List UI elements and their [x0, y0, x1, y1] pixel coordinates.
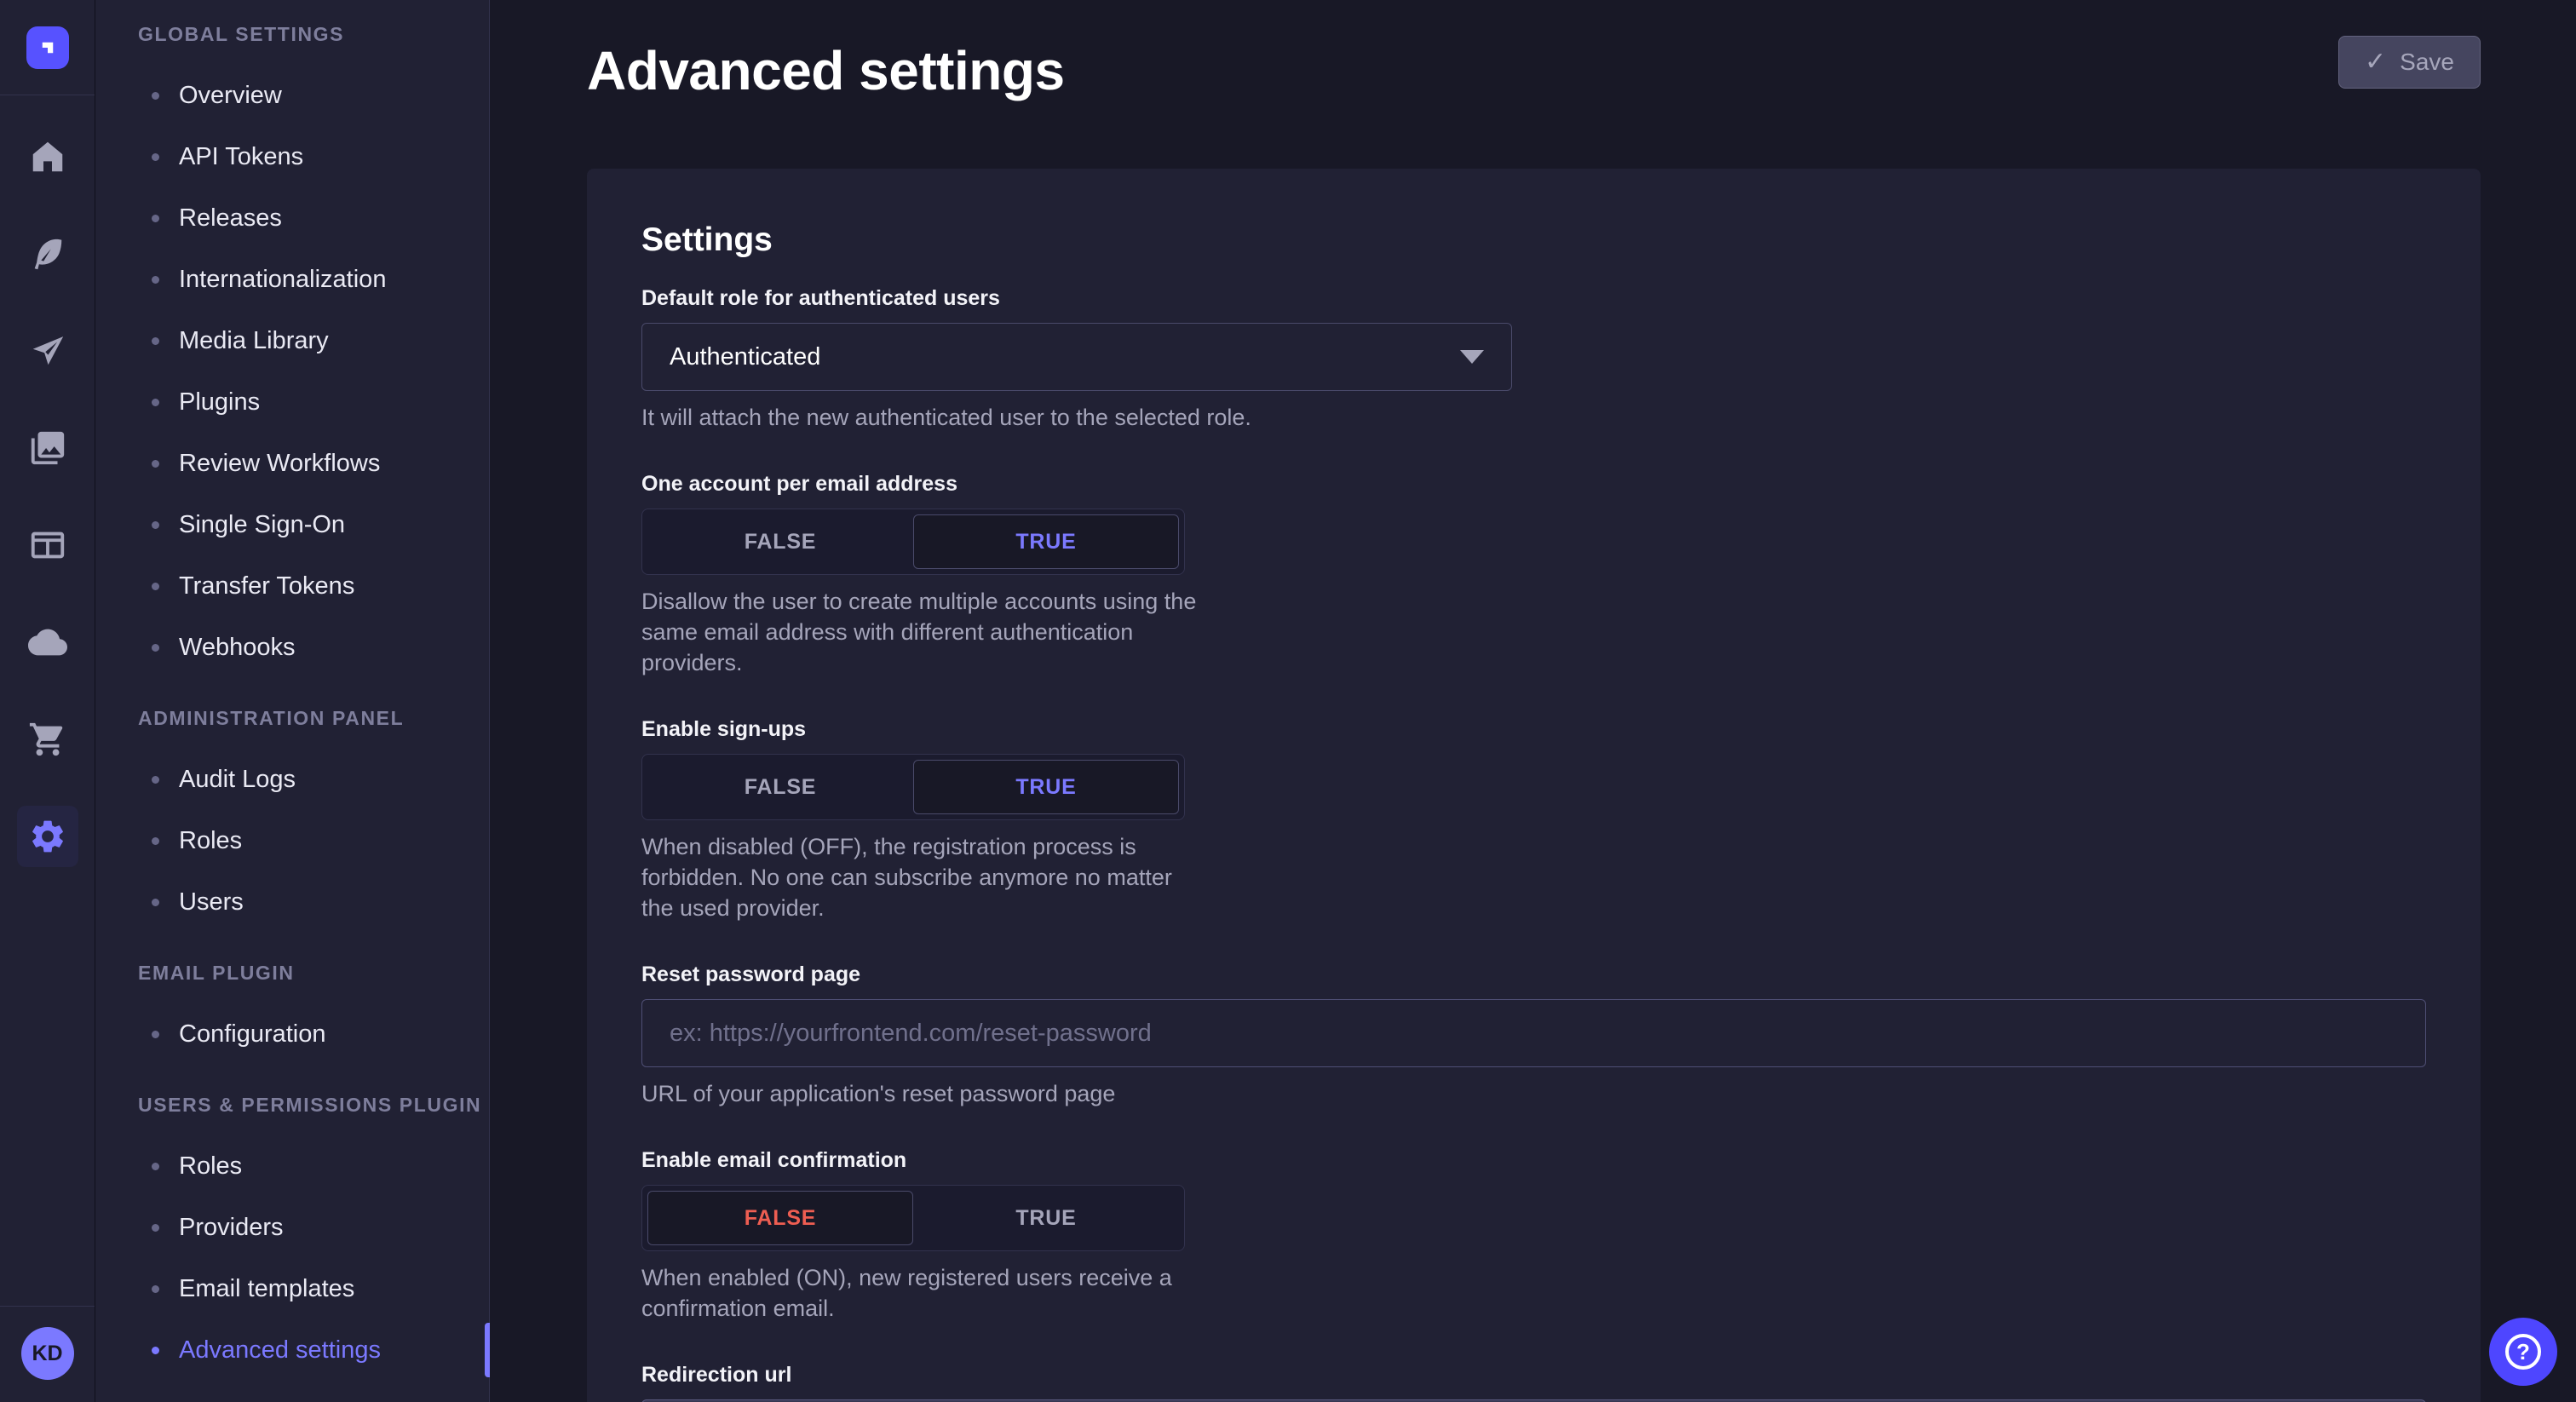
- sidebar-item-single-sign-on[interactable]: Single Sign-On: [95, 494, 489, 555]
- bullet-icon: [152, 899, 159, 906]
- toggle-option-true[interactable]: TRUE: [913, 514, 1179, 569]
- field-label: Enable sign-ups: [641, 717, 2426, 742]
- sidebar-item-admin-users[interactable]: Users: [95, 871, 489, 933]
- field-label: Reset password page: [641, 962, 2426, 987]
- sidebar-item-releases[interactable]: Releases: [95, 187, 489, 249]
- chevron-down-icon: [1460, 350, 1484, 364]
- save-button[interactable]: ✓ Save: [2338, 36, 2481, 89]
- field-hint: When enabled (ON), new registered users …: [641, 1262, 1204, 1324]
- bullet-icon: [152, 837, 159, 845]
- field-reset-password-page: Reset password page URL of your applicat…: [641, 962, 2426, 1109]
- field-label: Redirection url: [641, 1363, 2426, 1388]
- field-enable-sign-ups: Enable sign-ups FALSE TRUE When disabled…: [641, 717, 2426, 923]
- sidebar-item-plugins[interactable]: Plugins: [95, 371, 489, 433]
- layout-icon[interactable]: [17, 514, 78, 576]
- field-label: Enable email confirmation: [641, 1148, 2426, 1173]
- bullet-icon: [152, 1347, 159, 1354]
- settings-gear-icon[interactable]: [17, 806, 78, 867]
- one-account-toggle: FALSE TRUE: [641, 509, 1185, 575]
- bullet-icon: [152, 644, 159, 652]
- bullet-icon: [152, 399, 159, 406]
- check-icon: ✓: [2365, 49, 2386, 75]
- question-mark-icon: ?: [2505, 1334, 2541, 1370]
- sidebar-section-global-settings: GLOBAL SETTINGS: [95, 3, 489, 65]
- settings-sidebar: GLOBAL SETTINGS Overview API Tokens Rele…: [95, 0, 490, 1402]
- field-hint: URL of your application's reset password…: [641, 1078, 2426, 1109]
- field-hint: When disabled (OFF), the registration pr…: [641, 831, 1204, 923]
- rail-nav: [17, 95, 78, 867]
- bullet-icon: [152, 1163, 159, 1170]
- bullet-icon: [152, 521, 159, 529]
- toggle-option-false[interactable]: FALSE: [647, 1191, 913, 1245]
- panel-heading: Settings: [641, 221, 2426, 259]
- settings-panel: Settings Default role for authenticated …: [587, 169, 2481, 1402]
- sign-ups-toggle: FALSE TRUE: [641, 754, 1185, 820]
- bullet-icon: [152, 583, 159, 590]
- sidebar-item-media-library[interactable]: Media Library: [95, 310, 489, 371]
- save-button-label: Save: [2400, 49, 2454, 76]
- field-enable-email-confirmation: Enable email confirmation FALSE TRUE Whe…: [641, 1148, 2426, 1324]
- bullet-icon: [152, 460, 159, 468]
- field-label: Default role for authenticated users: [641, 286, 2426, 311]
- field-hint: Disallow the user to create multiple acc…: [641, 586, 1204, 678]
- sidebar-item-email-templates[interactable]: Email templates: [95, 1258, 489, 1319]
- toggle-option-true[interactable]: TRUE: [913, 760, 1179, 814]
- field-default-role: Default role for authenticated users Aut…: [641, 286, 2426, 433]
- field-label: One account per email address: [641, 472, 2426, 497]
- sidebar-item-review-workflows[interactable]: Review Workflows: [95, 433, 489, 494]
- page-header: Advanced settings ✓ Save: [587, 36, 2481, 102]
- bullet-icon: [152, 1285, 159, 1293]
- icon-rail: KD: [0, 0, 95, 1402]
- rail-bottom: KD: [0, 1306, 95, 1402]
- bullet-icon: [152, 92, 159, 100]
- field-one-account-per-email: One account per email address FALSE TRUE…: [641, 472, 2426, 678]
- logo-block: [0, 0, 95, 95]
- strapi-logo[interactable]: [26, 26, 69, 69]
- sidebar-item-internationalization[interactable]: Internationalization: [95, 249, 489, 310]
- bullet-icon: [152, 1224, 159, 1232]
- cart-icon[interactable]: [17, 709, 78, 770]
- bullet-icon: [152, 276, 159, 284]
- sidebar-item-providers[interactable]: Providers: [95, 1197, 489, 1258]
- strapi-logo-glyph: [35, 35, 60, 60]
- sidebar-item-up-roles[interactable]: Roles: [95, 1135, 489, 1197]
- field-redirection-url: Redirection url: [641, 1363, 2426, 1402]
- bullet-icon: [152, 215, 159, 222]
- sidebar-section-email-plugin: EMAIL PLUGIN: [95, 942, 489, 1003]
- select-value: Authenticated: [670, 343, 820, 371]
- cloud-icon[interactable]: [17, 612, 78, 673]
- sidebar-section-users-permissions-plugin: USERS & PERMISSIONS PLUGIN: [95, 1074, 489, 1135]
- sidebar-item-admin-roles[interactable]: Roles: [95, 810, 489, 871]
- feather-icon[interactable]: [17, 223, 78, 284]
- home-icon[interactable]: [17, 126, 78, 187]
- avatar[interactable]: KD: [21, 1327, 74, 1380]
- sidebar-item-overview[interactable]: Overview: [95, 65, 489, 126]
- toggle-option-false[interactable]: FALSE: [647, 760, 913, 814]
- media-library-icon[interactable]: [17, 417, 78, 479]
- sidebar-item-api-tokens[interactable]: API Tokens: [95, 126, 489, 187]
- default-role-select[interactable]: Authenticated: [641, 323, 1512, 391]
- help-button[interactable]: ?: [2489, 1318, 2557, 1386]
- reset-password-input[interactable]: [641, 999, 2426, 1067]
- bullet-icon: [152, 153, 159, 161]
- email-confirmation-toggle: FALSE TRUE: [641, 1185, 1185, 1251]
- main-content: Advanced settings ✓ Save Settings Defaul…: [490, 0, 2576, 1402]
- bullet-icon: [152, 337, 159, 345]
- sidebar-item-webhooks[interactable]: Webhooks: [95, 617, 489, 678]
- field-hint: It will attach the new authenticated use…: [641, 402, 2426, 433]
- page-title: Advanced settings: [587, 36, 1065, 102]
- toggle-option-false[interactable]: FALSE: [647, 514, 913, 569]
- toggle-option-true[interactable]: TRUE: [913, 1191, 1179, 1245]
- sidebar-item-email-configuration[interactable]: Configuration: [95, 1003, 489, 1065]
- paper-plane-icon[interactable]: [17, 320, 78, 382]
- sidebar-item-audit-logs[interactable]: Audit Logs: [95, 749, 489, 810]
- sidebar-item-advanced-settings[interactable]: Advanced settings: [95, 1319, 489, 1381]
- bullet-icon: [152, 776, 159, 784]
- sidebar-item-transfer-tokens[interactable]: Transfer Tokens: [95, 555, 489, 617]
- sidebar-section-administration-panel: ADMINISTRATION PANEL: [95, 687, 489, 749]
- bullet-icon: [152, 1031, 159, 1038]
